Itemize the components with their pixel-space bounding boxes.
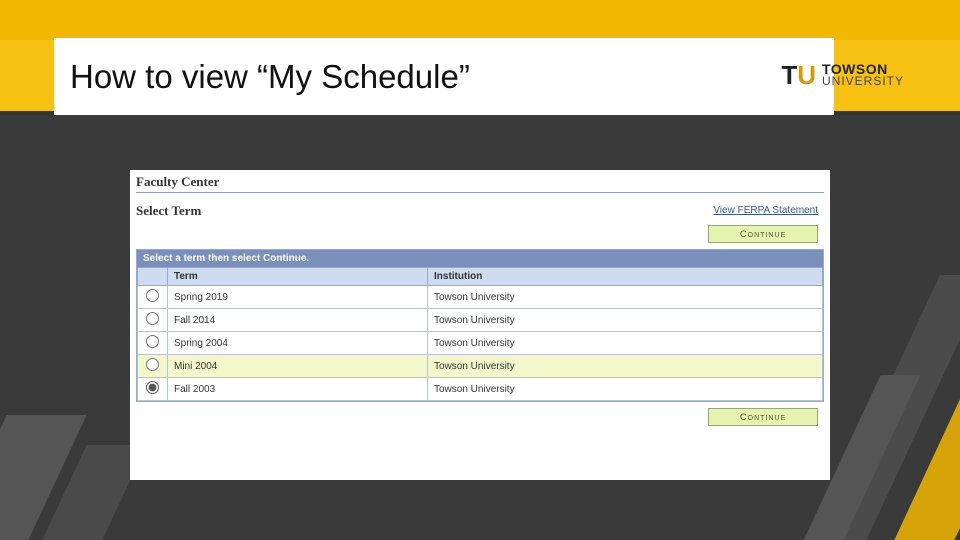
term-radio-cell	[138, 309, 168, 332]
institution-cell: Towson University	[428, 355, 823, 378]
table-row: Mini 2004Towson University	[138, 355, 823, 378]
panel-heading: Faculty Center	[136, 172, 824, 192]
divider	[136, 192, 824, 193]
title-strip: How to view “My Schedule”	[54, 38, 834, 116]
term-table: Term Institution Spring 2019Towson Unive…	[137, 267, 823, 401]
continue-button-top[interactable]: Continue	[708, 225, 818, 243]
table-row: Spring 2004Towson University	[138, 332, 823, 355]
logo-letter-u: U	[797, 60, 816, 91]
slide-title: How to view “My Schedule”	[70, 58, 470, 96]
col-select	[138, 268, 168, 286]
term-cell: Mini 2004	[168, 355, 428, 378]
logo-line2: UNIVERSITY	[822, 76, 904, 87]
institution-cell: Towson University	[428, 286, 823, 309]
term-grid: Select a term then select Continue. Term…	[136, 249, 824, 402]
term-radio-cell	[138, 286, 168, 309]
term-radio-cell	[138, 332, 168, 355]
term-cell: Spring 2004	[168, 332, 428, 355]
term-radio[interactable]	[146, 335, 159, 348]
table-row: Fall 2003Towson University	[138, 378, 823, 401]
logo-text: TOWSON UNIVERSITY	[822, 63, 904, 88]
term-cell: Fall 2014	[168, 309, 428, 332]
logo-letter-t: T	[781, 60, 797, 91]
col-institution: Institution	[428, 268, 823, 286]
table-row: Fall 2014Towson University	[138, 309, 823, 332]
term-cell: Spring 2019	[168, 286, 428, 309]
continue-button-bottom[interactable]: Continue	[708, 408, 818, 426]
logo-mark: TU	[781, 60, 816, 91]
term-radio-cell	[138, 378, 168, 401]
table-row: Spring 2019Towson University	[138, 286, 823, 309]
term-radio[interactable]	[146, 381, 159, 394]
ferpa-link[interactable]: View FERPA Statement	[713, 205, 818, 216]
select-term-heading: Select Term	[136, 201, 201, 219]
term-radio-cell	[138, 355, 168, 378]
grid-caption: Select a term then select Continue.	[137, 250, 823, 267]
term-radio[interactable]	[146, 289, 159, 302]
brand-logo: TU TOWSON UNIVERSITY	[781, 60, 904, 91]
institution-cell: Towson University	[428, 309, 823, 332]
term-radio[interactable]	[146, 358, 159, 371]
institution-cell: Towson University	[428, 332, 823, 355]
term-radio[interactable]	[146, 312, 159, 325]
slide-root: How to view “My Schedule” TU TOWSON UNIV…	[0, 0, 960, 540]
col-term: Term	[168, 268, 428, 286]
faculty-center-panel: Faculty Center Select Term View FERPA St…	[130, 170, 830, 480]
term-cell: Fall 2003	[168, 378, 428, 401]
institution-cell: Towson University	[428, 378, 823, 401]
